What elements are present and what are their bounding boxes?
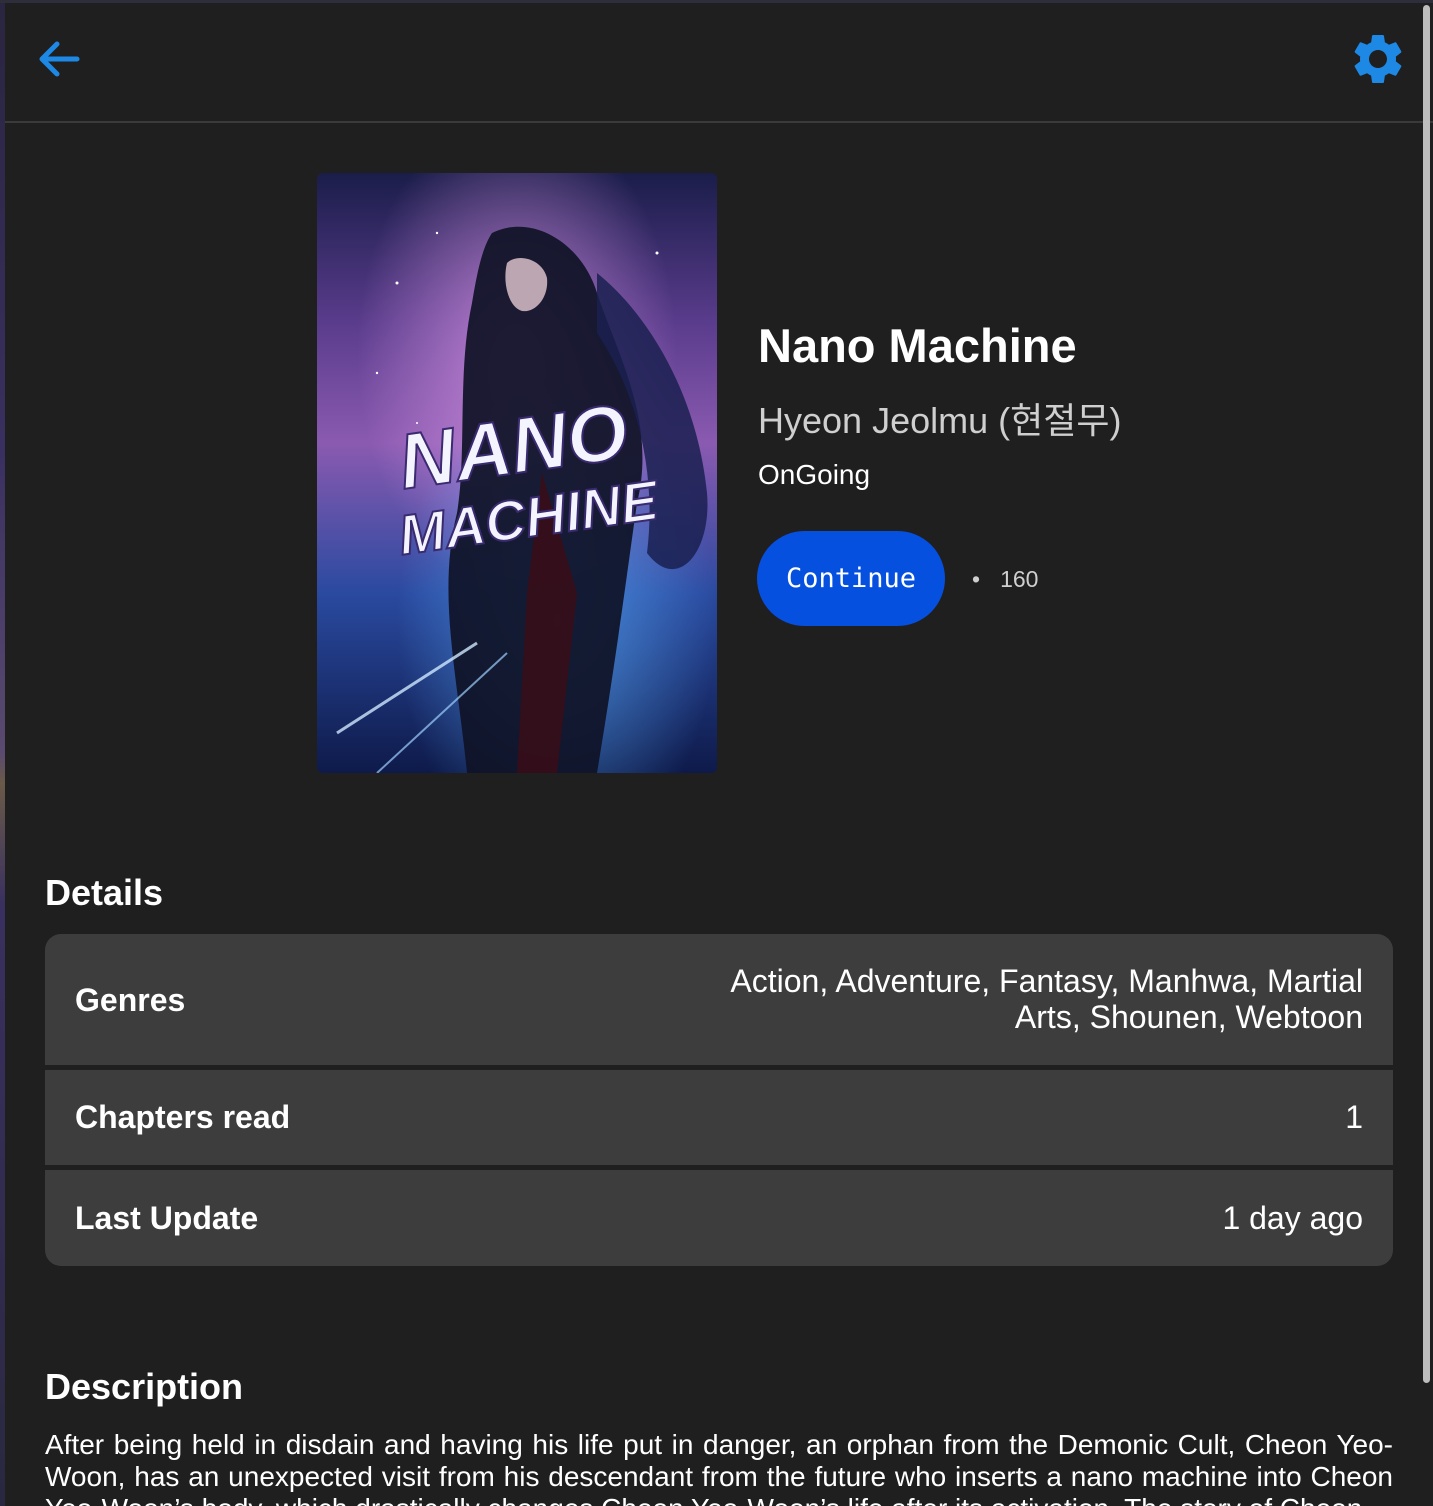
chapter-count-value: 160	[1000, 566, 1039, 592]
details-heading: Details	[45, 872, 164, 913]
description-text: After being held in disdain and having h…	[45, 1429, 1393, 1506]
settings-button[interactable]	[1348, 29, 1408, 89]
arrow-back-icon	[39, 41, 80, 77]
continue-reading-button[interactable]: Continue	[757, 531, 945, 626]
background-window-edge	[0, 0, 5, 1506]
last-update-label: Last Update	[75, 1200, 259, 1236]
chapters-read-value: 1	[1345, 1099, 1363, 1135]
manga-details-screen: NANO MACHINE Nano Machine Hyeon Jeolmu (…	[0, 0, 1433, 1506]
genres-value: Action, Adventure, Fantasy, Manhwa, Mart…	[730, 963, 1363, 1035]
details-row-last-update: Last Update 1 day ago	[45, 1170, 1393, 1266]
app-bar	[5, 3, 1433, 123]
publication-status: OnGoing	[758, 459, 871, 490]
details-row-genres: Genres Action, Adventure, Fantasy, Manhw…	[45, 934, 1393, 1065]
gear-icon	[1354, 35, 1402, 83]
last-update-value: 1 day ago	[1222, 1200, 1363, 1236]
chapters-read-label: Chapters read	[75, 1099, 291, 1135]
genres-label: Genres	[75, 982, 186, 1018]
chapter-count: • 160	[972, 566, 1038, 593]
bullet-separator: •	[972, 566, 981, 592]
back-button[interactable]	[33, 33, 85, 85]
manga-author: Hyeon Jeolmu (현절무)	[758, 400, 1122, 441]
details-row-chapters-read: Chapters read 1	[45, 1070, 1393, 1165]
manga-title: Nano Machine	[758, 319, 1077, 372]
cover-image: NANO MACHINE	[317, 173, 717, 773]
scrollbar-thumb[interactable]	[1423, 5, 1430, 1383]
description-heading: Description	[45, 1366, 244, 1407]
